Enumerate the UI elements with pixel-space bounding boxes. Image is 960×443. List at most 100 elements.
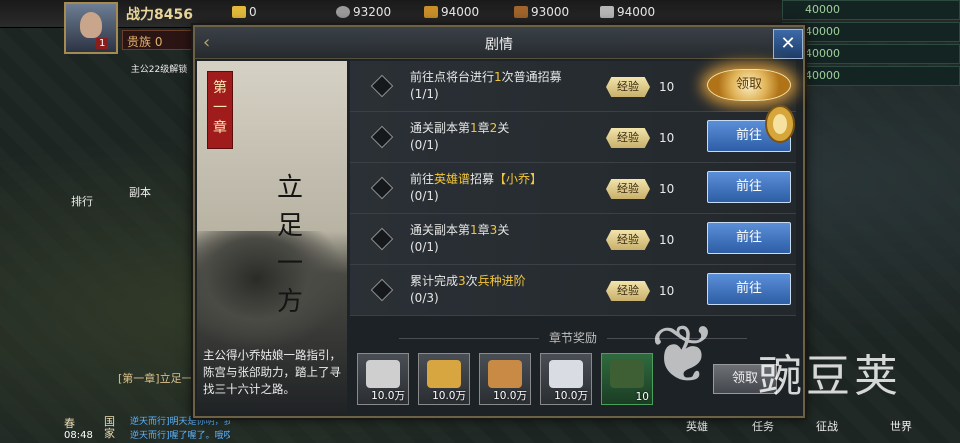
watermark: ❦ 豌豆荚 (650, 310, 950, 410)
resource-wood[interactable]: 93000 (514, 5, 569, 19)
quest-row: 通关副本第1章2关 (0/1) 经验 10 前往 (350, 112, 796, 163)
quest-row: 通关副本第1章3关 (0/1) 经验 10 前往 (350, 214, 796, 265)
chat-preview[interactable]: 逆天而行]明天是你明，我大我天的 逆天而行]喔了喔了。哦哎 (130, 415, 230, 443)
watermark-text: 豌豆荚 (758, 351, 902, 402)
menu-dungeon[interactable]: 副本 (120, 184, 160, 200)
quest-title-part: 3 (458, 274, 466, 288)
avatar-portrait (80, 12, 102, 38)
quest-title-part: 通关副本第 (410, 121, 471, 135)
resource-iron[interactable]: 94000 (600, 5, 655, 19)
quest-title-part: 次普通招募 (501, 70, 562, 84)
menu-ranking[interactable]: 排行 (62, 193, 102, 209)
nav-campaign[interactable]: 征战 (816, 418, 838, 434)
dialog-header: ‹ 剧情 ✕ (195, 27, 803, 59)
resource-grain[interactable]: 94000 (424, 5, 479, 19)
quest-row: 前往英雄谱招募【小乔】 (0/1) 经验 10 前往 (350, 163, 796, 214)
player-level: 1 (96, 38, 109, 49)
nav-heroes[interactable]: 英雄 (686, 418, 708, 434)
goto-button[interactable]: 前往 (707, 273, 791, 305)
quest-title: 前往点将台进行1次普通招募 (410, 68, 562, 85)
quest-title-part: 招募 (470, 172, 495, 186)
exp-badge: 经验 (606, 128, 650, 148)
quest-title-part: 兵种进阶 (477, 274, 526, 288)
wood-icon (488, 360, 522, 388)
exp-badge: 经验 (606, 77, 650, 97)
chat-line: 逆天而行]喔了喔了。哦哎 (130, 431, 230, 441)
quest-title: 通关副本第1章3关 (410, 221, 509, 238)
exp-badge: 经验 (606, 230, 650, 250)
unlock-hint: 主公22级解锁 (130, 65, 188, 75)
reward-item[interactable]: 10.0万 (479, 353, 531, 405)
quest-progress: (0/1) (410, 189, 439, 203)
exp-value: 10 (659, 233, 675, 247)
dialog-title: 剧情 (485, 37, 513, 53)
quest-status-icon (370, 74, 394, 98)
nav-tasks[interactable]: 任务 (752, 418, 774, 434)
quest-title-part: 章 (477, 223, 490, 237)
stat-row: 40000 (782, 0, 960, 20)
resource-gold[interactable]: 0 (232, 5, 257, 19)
chapter-tag: 第一章 (207, 71, 233, 149)
quest-progress: (0/3) (410, 291, 439, 305)
stat-row: 40000 (782, 66, 960, 86)
golden-pointer-icon (765, 105, 795, 143)
reward-item[interactable]: 10 (601, 353, 653, 405)
season-label: 春 (64, 417, 75, 430)
close-button[interactable]: ✕ (773, 29, 803, 59)
reward-amount: 10.0万 (554, 390, 588, 402)
quest-title-part: 章 (477, 121, 490, 135)
exp-value: 10 (659, 80, 675, 94)
exp-badge: 经验 (606, 179, 650, 199)
quest-title-part: 1 (470, 121, 478, 135)
reward-item[interactable]: 10.0万 (540, 353, 592, 405)
right-stat-panel: 40000 40000 40000 40000 (782, 0, 960, 88)
coin-icon (366, 360, 400, 388)
nav-world[interactable]: 世界 (890, 418, 912, 434)
exp-badge: 经验 (606, 281, 650, 301)
coin-icon (336, 6, 350, 18)
exp-value: 10 (659, 182, 675, 196)
chapter-panel: 第一章 立足一方 主公得小乔姑娘一路指引，陈宫与张郃助力，踏上了寻找三十六计之路… (197, 61, 347, 416)
reward-amount: 10.0万 (432, 390, 466, 402)
quest-title-part: 关 (497, 121, 510, 135)
ink-landscape-art (197, 231, 347, 351)
quest-progress: (0/1) (410, 138, 439, 152)
player-avatar[interactable]: 1 (64, 2, 118, 54)
reward-item[interactable]: 10.0万 (418, 353, 470, 405)
quest-status-icon (370, 125, 394, 149)
exp-value: 10 (659, 131, 675, 145)
reward-item[interactable]: 10.0万 (357, 353, 409, 405)
quest-title-part: 【小乔】 (494, 172, 543, 186)
quest-title: 前往英雄谱招募【小乔】 (410, 170, 542, 187)
quest-progress: (1/1) (410, 87, 439, 101)
quest-title: 累计完成3次兵种进阶 (410, 272, 526, 289)
quest-title-part: 前往 (410, 172, 435, 186)
quest-title-part: 通关副本第 (410, 223, 471, 237)
quest-status-icon (370, 176, 394, 200)
reward-amount: 10.0万 (371, 390, 405, 402)
power-value: 战力8456 (126, 7, 193, 23)
goto-button[interactable]: 前往 (707, 171, 791, 203)
goto-button[interactable]: 前往 (707, 222, 791, 254)
noble-badge[interactable]: 贵族 0 (122, 30, 194, 50)
quest-list: 前往点将台进行1次普通招募 (1/1) 经验 10 领取 通关副本第1章2关 (0/1) 经验… (350, 61, 796, 319)
grain-icon (427, 360, 461, 388)
chapter-hint[interactable]: [第一章]立足一 (118, 370, 193, 386)
quest-title-part: 关 (497, 223, 510, 237)
claim-button[interactable]: 领取 (707, 69, 791, 101)
watermark-bird-icon: ❦ (650, 308, 718, 401)
quest-row: 累计完成3次兵种进阶 (0/3) 经验 10 前往 (350, 265, 796, 316)
clock: 08:48 (64, 430, 93, 441)
country-button[interactable]: 国家 (104, 416, 118, 440)
grain-icon (424, 6, 438, 18)
iron-icon (600, 6, 614, 18)
quest-title-part: 次 (465, 274, 478, 288)
scroll-icon (610, 360, 644, 388)
iron-icon (549, 360, 583, 388)
reward-amount: 10 (635, 391, 649, 403)
exp-value: 10 (659, 284, 675, 298)
quest-status-icon (370, 227, 394, 251)
quest-title-part: 前往点将台进行 (410, 70, 495, 84)
resource-coin[interactable]: 93200 (336, 5, 391, 19)
wood-icon (514, 6, 528, 18)
